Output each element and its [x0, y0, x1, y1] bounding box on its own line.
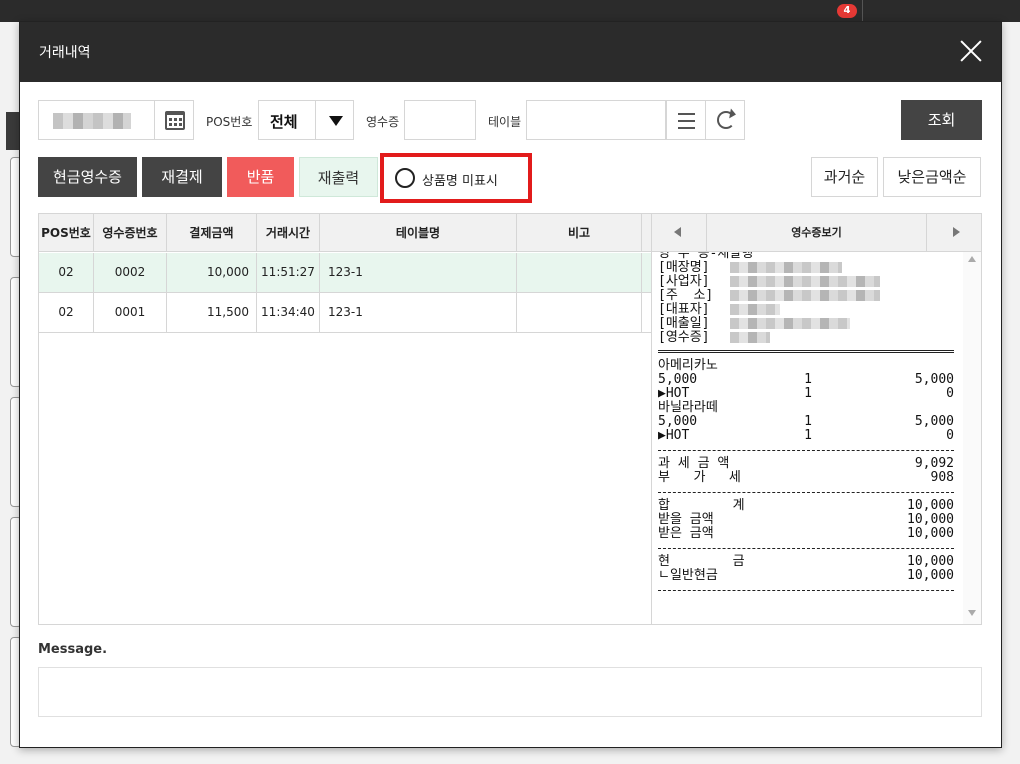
- message-box: [38, 667, 982, 717]
- refund-button[interactable]: 반품: [227, 157, 294, 197]
- receipt-divider: [658, 583, 956, 597]
- table-input[interactable]: [526, 100, 666, 140]
- cell-amount: 10,000: [167, 253, 257, 292]
- background-tab: [6, 112, 20, 150]
- receipt-total-line: 받은 금액 10,000: [658, 526, 954, 541]
- receipt-input[interactable]: [404, 100, 476, 140]
- transaction-table: POS번호 영수증번호 결제금액 거래시간 테이블명 비고 02 0002 10…: [38, 213, 652, 625]
- pos-select-value: 전체: [270, 113, 298, 131]
- receipt-divider: [658, 485, 956, 499]
- receipt-tax-line: 부 가 세 908: [658, 470, 954, 485]
- hide-product-name-toggle[interactable]: 상품명 미표시: [380, 153, 532, 203]
- date-field[interactable]: [38, 100, 155, 140]
- radio-icon[interactable]: [395, 168, 415, 188]
- table-label: 테이블: [488, 115, 522, 129]
- cell-pos: 02: [39, 253, 94, 292]
- table-list-button[interactable]: [666, 100, 706, 140]
- message-label: Message.: [38, 642, 108, 657]
- sort-lowest-amount-button[interactable]: 낮은금액순: [883, 157, 981, 197]
- cash-receipt-button[interactable]: 현금영수증: [38, 157, 137, 197]
- receipt-info-line: [영수증]: [658, 331, 956, 345]
- hide-product-name-label: 상품명 미표시: [422, 174, 498, 189]
- cell-table: 123-1: [320, 293, 517, 332]
- receipt-scrollbar[interactable]: [963, 252, 981, 624]
- dialog-header: 거래내역: [20, 22, 1001, 82]
- list-icon: [678, 113, 695, 115]
- receipt-preview: 영수증보기 영 수 증-재발행 [매장명] [사업자] [주 소] [대표자] …: [651, 213, 982, 625]
- receipt-item-line: 5,000 1 5,000: [658, 414, 954, 429]
- cell-note: [517, 293, 642, 332]
- receipt-item-line: 5,000 1 5,000: [658, 372, 954, 387]
- close-icon[interactable]: [958, 38, 984, 64]
- receipt-title: 영수증보기: [791, 226, 842, 239]
- scroll-down-icon[interactable]: [968, 610, 976, 616]
- receipt-divider: [658, 443, 956, 457]
- receipt-label: 영수증: [366, 115, 400, 129]
- pos-label: POS번호: [206, 115, 253, 129]
- table-row[interactable]: 02 0002 10,000 11:51:27 123-1: [39, 253, 651, 293]
- calendar-icon: [165, 111, 185, 130]
- receipt-total-line: 합 계 10,000: [658, 498, 954, 513]
- receipt-info-line: [주 소]: [658, 289, 956, 303]
- receipt-info-line: [매출일]: [658, 317, 956, 331]
- column-header: POS번호: [39, 214, 94, 252]
- receipt-divider: [658, 345, 956, 359]
- receipt-tax-line: 과 세 금 액 9,092: [658, 456, 954, 471]
- search-button[interactable]: 조회: [901, 100, 982, 140]
- cell-amount: 11,500: [167, 293, 257, 332]
- pos-select[interactable]: 전체: [258, 100, 354, 140]
- refresh-icon: [717, 111, 735, 129]
- table-header: POS번호 영수증번호 결제금액 거래시간 테이블명 비고: [39, 214, 651, 252]
- repay-button[interactable]: 재결제: [142, 157, 222, 197]
- receipt-item-line: ▶HOT 1 0: [658, 428, 954, 443]
- receipt-body: 영 수 증-재발행 [매장명] [사업자] [주 소] [대표자] [매출일] …: [658, 252, 956, 617]
- cell-time: 11:51:27: [257, 253, 320, 292]
- chevron-down-icon[interactable]: [315, 101, 353, 139]
- sort-oldest-button[interactable]: 과거순: [811, 157, 878, 197]
- cell-pos: 02: [39, 293, 94, 332]
- topbar-divider: [862, 0, 863, 22]
- cell-receipt: 0001: [94, 293, 167, 332]
- calendar-button[interactable]: [154, 100, 194, 140]
- dialog-title: 거래내역: [39, 45, 91, 61]
- column-header: 영수증번호: [94, 214, 167, 252]
- receipt-info-line: [매장명]: [658, 261, 956, 275]
- refresh-button[interactable]: [705, 100, 745, 140]
- cell-receipt: 0002: [94, 253, 167, 292]
- receipt-header: 영수증보기: [652, 214, 981, 252]
- receipt-info-line: [대표자]: [658, 303, 956, 317]
- scroll-up-icon[interactable]: [968, 256, 976, 262]
- table-row[interactable]: 02 0001 11,500 11:34:40 123-1: [39, 293, 651, 333]
- receipt-payment-line: ㄴ일반현금 10,000: [658, 568, 954, 583]
- receipt-item-name: 바닐라라떼: [658, 400, 718, 415]
- column-header: 결제금액: [167, 214, 257, 252]
- cell-table: 123-1: [320, 253, 517, 292]
- prev-receipt-button[interactable]: [652, 214, 707, 251]
- receipt-total-line: 받을 금액 10,000: [658, 512, 954, 527]
- app-topbar: 4: [0, 0, 1020, 22]
- receipt-item-line: ▶HOT 1 0: [658, 386, 954, 401]
- column-header: 거래시간: [257, 214, 320, 252]
- next-receipt-button[interactable]: [926, 214, 981, 251]
- receipt-info-line: [사업자]: [658, 275, 956, 289]
- date-value-redacted: [53, 113, 131, 129]
- transaction-history-dialog: 거래내역 POS번호 전체 영수증 테이블 조회 현금영수증 재결제 반품 재출…: [19, 21, 1002, 748]
- notification-badge: 4: [837, 4, 857, 18]
- reprint-button[interactable]: 재출력: [299, 157, 378, 197]
- cell-time: 11:34:40: [257, 293, 320, 332]
- column-header: 비고: [517, 214, 642, 252]
- receipt-divider: [658, 541, 956, 555]
- receipt-payment-line: 현 금 10,000: [658, 554, 954, 569]
- receipt-item-name: 아메리카노: [658, 358, 718, 373]
- cell-note: [517, 253, 642, 292]
- column-header: 테이블명: [320, 214, 517, 252]
